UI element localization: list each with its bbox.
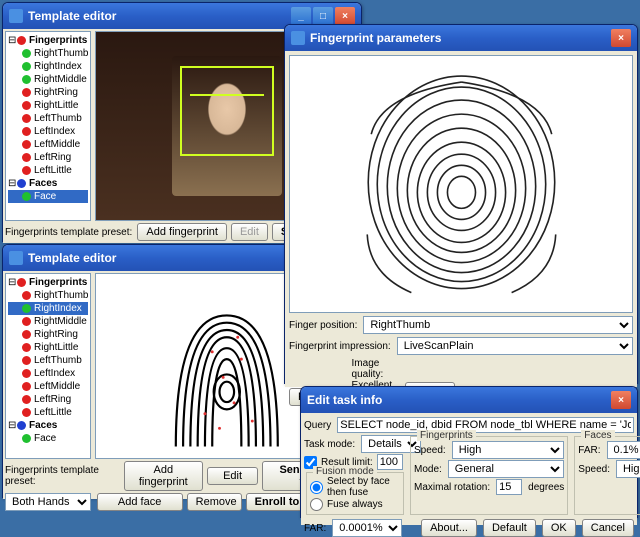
fingerprint-large-preview bbox=[289, 55, 633, 313]
faces-far-select[interactable]: 0.1% bbox=[607, 441, 640, 459]
add-fingerprint-button[interactable]: Add fingerprint bbox=[137, 223, 227, 241]
template-tree[interactable]: ⊟FingerprintsRightThumbRightIndexRightMi… bbox=[5, 273, 91, 459]
finger-position-label: Finger position: bbox=[289, 320, 357, 331]
edit-task-window: Edit task info × Query Task mode: Detail… bbox=[300, 386, 638, 518]
about-button[interactable]: About... bbox=[421, 519, 477, 537]
add-face-button[interactable]: Add face bbox=[97, 493, 183, 511]
close-button[interactable]: × bbox=[611, 29, 631, 47]
maxrot-input[interactable] bbox=[496, 479, 522, 495]
fingerprint-whorl-icon bbox=[311, 64, 612, 305]
maximize-button[interactable]: □ bbox=[313, 7, 333, 25]
face-detection-box bbox=[180, 66, 274, 156]
fingerprint-params-window: Fingerprint parameters × bbox=[284, 24, 638, 384]
close-button[interactable]: × bbox=[335, 7, 355, 25]
resultlimit-input[interactable] bbox=[377, 454, 403, 470]
fusion-legend: Fusion mode bbox=[313, 466, 377, 477]
app-icon bbox=[9, 251, 23, 265]
titlebar[interactable]: Fingerprint parameters × bbox=[285, 25, 637, 51]
close-button[interactable]: × bbox=[611, 391, 631, 409]
fp-legend: Fingerprints bbox=[417, 430, 476, 441]
fusion-radio-face-first[interactable] bbox=[310, 481, 323, 494]
fp-mode-select[interactable]: General bbox=[448, 460, 564, 478]
preset-select[interactable]: Both Hands bbox=[5, 493, 91, 511]
query-label: Query bbox=[304, 420, 331, 431]
template-tree[interactable]: ⊟FingerprintsRightThumbRightIndexRightMi… bbox=[5, 31, 91, 221]
edit-button[interactable]: Edit bbox=[231, 223, 268, 241]
minimize-button[interactable]: _ bbox=[291, 7, 311, 25]
faces-legend: Faces bbox=[581, 430, 614, 441]
app-icon bbox=[9, 9, 23, 23]
impression-select[interactable]: LiveScanPlain bbox=[397, 337, 633, 355]
cancel-button[interactable]: Cancel bbox=[582, 519, 634, 537]
window-title: Template editor bbox=[28, 251, 116, 265]
taskmode-label: Task mode: bbox=[304, 439, 355, 450]
fp-speed-select[interactable]: High bbox=[452, 441, 565, 459]
impression-label: Fingerprint impression: bbox=[289, 341, 391, 352]
finger-position-select[interactable]: RightThumb bbox=[363, 316, 633, 334]
eye-line bbox=[190, 94, 263, 96]
ok-button[interactable]: OK bbox=[542, 519, 576, 537]
remove-button[interactable]: Remove bbox=[187, 493, 242, 511]
far-label: FAR: bbox=[304, 523, 326, 534]
window-title: Template editor bbox=[28, 9, 116, 23]
window-title: Fingerprint parameters bbox=[310, 31, 441, 45]
faces-speed-select[interactable]: High bbox=[616, 460, 640, 478]
default-button[interactable]: Default bbox=[483, 519, 536, 537]
app-icon bbox=[291, 31, 305, 45]
titlebar[interactable]: Edit task info × bbox=[301, 387, 637, 413]
preset-label: Fingerprints template preset: bbox=[5, 465, 120, 487]
fusion-radio-always[interactable] bbox=[310, 498, 323, 511]
add-fingerprint-button[interactable]: Add fingerprint bbox=[124, 461, 203, 491]
preset-label: Fingerprints template preset: bbox=[5, 227, 132, 238]
window-title: Edit task info bbox=[307, 393, 382, 407]
edit-button[interactable]: Edit bbox=[207, 467, 258, 485]
far-select[interactable]: 0.0001% bbox=[332, 519, 402, 537]
